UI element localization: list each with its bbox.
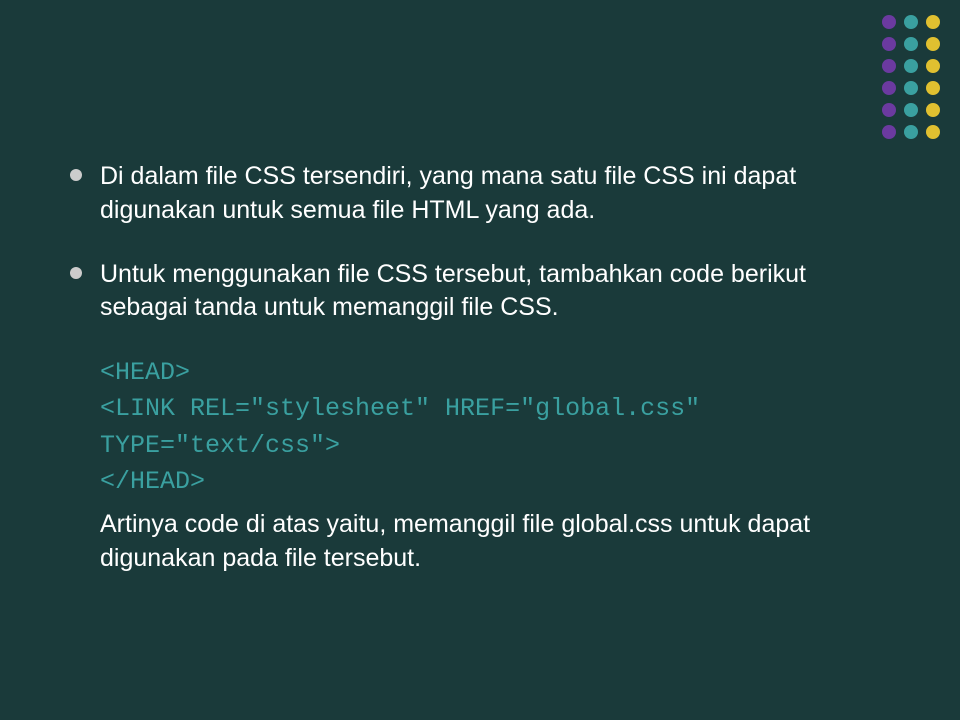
code-line: <HEAD> bbox=[100, 355, 890, 391]
dot-icon bbox=[926, 15, 940, 29]
code-line: TYPE="text/css"> bbox=[100, 428, 890, 464]
dot-icon bbox=[882, 37, 896, 51]
dot-icon bbox=[882, 59, 896, 73]
bullet-item: Untuk menggunakan file CSS tersebut, tam… bbox=[70, 258, 890, 326]
slide-content: Di dalam file CSS tersendiri, yang mana … bbox=[0, 0, 960, 576]
dot-icon bbox=[926, 37, 940, 51]
bullet-text: Untuk menggunakan file CSS tersebut, tam… bbox=[100, 258, 890, 326]
dot-icon bbox=[926, 125, 940, 139]
bullet-item: Di dalam file CSS tersendiri, yang mana … bbox=[70, 160, 890, 228]
dot-icon bbox=[926, 81, 940, 95]
dot-icon bbox=[882, 15, 896, 29]
explanation-text: Artinya code di atas yaitu, memanggil fi… bbox=[100, 508, 890, 576]
dot-icon bbox=[904, 103, 918, 117]
code-line: </HEAD> bbox=[100, 464, 890, 500]
bullet-text: Di dalam file CSS tersendiri, yang mana … bbox=[100, 160, 890, 228]
code-line: <LINK REL="stylesheet" HREF="global.css" bbox=[100, 391, 890, 427]
dot-icon bbox=[904, 37, 918, 51]
bullet-icon bbox=[70, 169, 82, 181]
decoration-dots bbox=[882, 15, 940, 139]
dot-icon bbox=[904, 59, 918, 73]
dot-icon bbox=[926, 59, 940, 73]
code-block: <HEAD> <LINK REL="stylesheet" HREF="glob… bbox=[100, 355, 890, 500]
dot-icon bbox=[882, 103, 896, 117]
dot-icon bbox=[882, 125, 896, 139]
dot-icon bbox=[904, 81, 918, 95]
dot-icon bbox=[904, 15, 918, 29]
bullet-icon bbox=[70, 267, 82, 279]
dot-icon bbox=[882, 81, 896, 95]
dot-icon bbox=[926, 103, 940, 117]
dot-icon bbox=[904, 125, 918, 139]
